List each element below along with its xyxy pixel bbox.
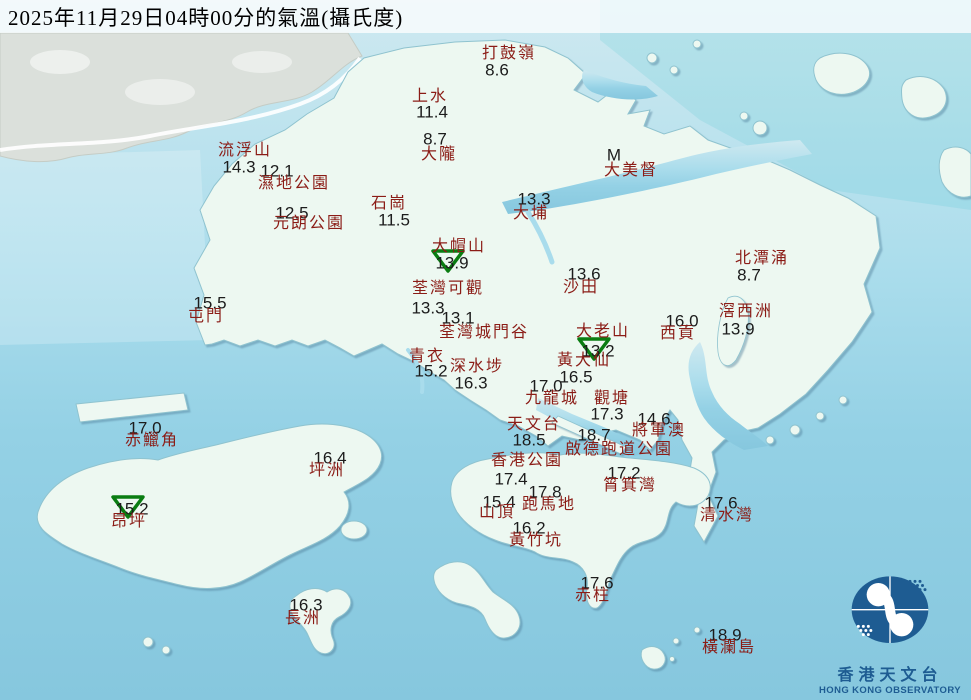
station-name-label: 橫瀾島 (701, 639, 757, 656)
hko-logo-icon (851, 576, 929, 643)
station-temp-value: 18.5 (512, 430, 546, 450)
station-name-label: 大老山 (575, 323, 631, 340)
station-name-label: 屯門 (187, 308, 225, 325)
station-name-label: 北潭涌 (734, 250, 790, 267)
station-temp-value: 16.3 (454, 373, 488, 393)
station-name-label: 荃灣可觀 (411, 280, 485, 297)
station-temp-value: 8.7 (737, 265, 761, 285)
station-name-label: 滘西洲 (718, 303, 774, 320)
station-name-label: 將軍澳 (631, 422, 687, 439)
station-name-label: 山頂 (478, 504, 516, 521)
station-name-label: 九龍城 (524, 390, 580, 407)
station-name-label: 黃竹坑 (508, 532, 564, 549)
station-name-label: 大埔 (512, 205, 550, 222)
station-name-label: 流浮山 (217, 142, 273, 159)
station-name-label: 昂坪 (110, 513, 148, 530)
station-temp-value: 16.5 (559, 367, 593, 387)
station-name-label: 啟德跑道公園 (564, 441, 674, 458)
station-temp-value: 13.9 (435, 253, 469, 273)
station-name-label: 上水 (411, 88, 449, 105)
station-temp-value: 11.5 (378, 210, 410, 230)
station-name-label: 赤柱 (574, 587, 612, 604)
hko-logo-english-name: HONG KONG OBSERVATORY (819, 685, 961, 696)
station-name-label: 荃灣城門谷 (438, 324, 530, 341)
station-temp-value: 13.9 (721, 319, 755, 339)
station-temp-value: 17.3 (590, 404, 624, 424)
station-temp-value: 15.2 (414, 361, 448, 381)
station-name-label: 元朗公園 (272, 215, 346, 232)
station-temp-value: M (606, 145, 622, 165)
station-name-label: 青衣 (408, 348, 446, 365)
station-name-label: 濕地公園 (257, 175, 331, 192)
station-temp-value: 8.6 (485, 60, 509, 80)
page-title: 2025年11月29日04時00分的氣溫(攝氏度) (8, 5, 404, 30)
station-temp-value: 8.7 (423, 129, 447, 149)
station-name-label: 觀塘 (593, 390, 631, 407)
station-name-label: 筲箕灣 (602, 477, 658, 494)
station-name-label: 石崗 (370, 195, 408, 212)
station-name-label: 天文台 (506, 416, 562, 433)
hko-logo: 香港天文台 HONG KONG OBSERVATORY (815, 571, 965, 696)
station-temp-value: 13.3 (411, 298, 445, 318)
hko-logo-chinese-name: 香港天文台 (837, 667, 943, 684)
station-name-label: 香港公園 (490, 452, 564, 469)
station-name-label: 黃大仙 (556, 352, 612, 369)
station-name-label: 坪洲 (308, 462, 346, 479)
station-name-label: 深水埗 (449, 358, 505, 375)
temperature-map-screen: 2025年11月29日04時00分的氣溫(攝氏度) 8.6 打鼓嶺 11.4 上水 8.… (0, 0, 971, 700)
station-name-label: 大帽山 (431, 238, 487, 255)
station-name-label: 沙田 (562, 279, 600, 296)
title-bar: 2025年11月29日04時00分的氣溫(攝氏度) (0, 0, 971, 33)
station-temp-value: 14.3 (222, 157, 256, 177)
station-name-label: 西貢 (659, 325, 697, 342)
station-name-label: 大隴 (420, 146, 458, 163)
station-name-label: 赤鱲角 (124, 432, 180, 449)
station-name-label: 長洲 (284, 610, 322, 627)
station-name-label: 跑馬地 (521, 496, 577, 513)
station-temp-value: 11.4 (416, 102, 448, 122)
station-name-label: 大美督 (603, 162, 659, 179)
station-name-label: 打鼓嶺 (481, 45, 537, 62)
station-name-label: 清水灣 (699, 507, 755, 524)
station-temp-value: 17.4 (494, 469, 528, 489)
